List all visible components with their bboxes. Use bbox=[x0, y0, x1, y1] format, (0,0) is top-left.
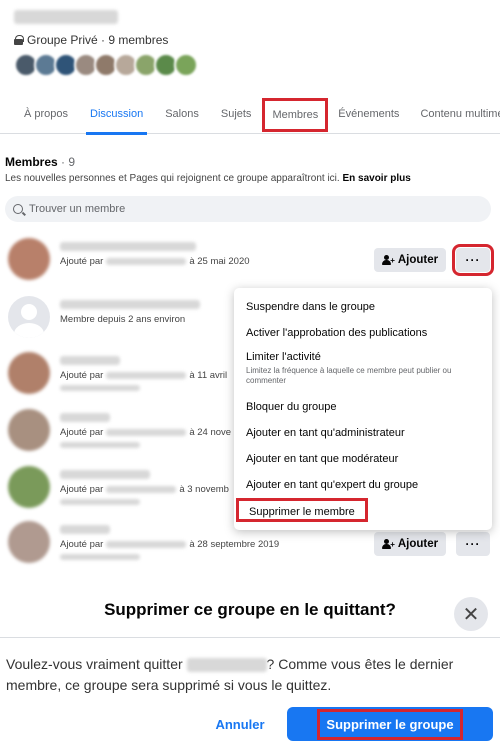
more-options-button[interactable]: ··· bbox=[452, 244, 494, 276]
member-options-menu: Suspendre dans le groupe Activer l'appro… bbox=[234, 288, 492, 530]
member-name-redacted[interactable] bbox=[60, 525, 110, 534]
member-name-redacted[interactable] bbox=[60, 300, 200, 309]
delete-group-button[interactable]: Supprimer le groupe bbox=[287, 707, 493, 741]
added-by-redacted bbox=[106, 429, 187, 436]
menu-item-make-moderator[interactable]: Ajouter en tant que modérateur bbox=[234, 446, 492, 472]
member-since-label: Membre depuis 2 ans environ bbox=[60, 314, 186, 325]
tab-media[interactable]: Contenu multimédia bbox=[420, 96, 500, 134]
add-friend-button[interactable]: + Ajouter bbox=[374, 248, 446, 272]
tab-events[interactable]: Événements bbox=[338, 96, 399, 134]
tab-rooms[interactable]: Salons bbox=[165, 96, 199, 134]
add-friend-label: Ajouter bbox=[397, 538, 439, 550]
member-avatar[interactable] bbox=[8, 409, 50, 451]
group-name-redacted bbox=[14, 10, 118, 24]
member-avatar[interactable] bbox=[8, 521, 50, 563]
member-avatars[interactable] bbox=[14, 53, 198, 77]
member-meta: Ajouté par à 25 mai 2020 bbox=[60, 256, 250, 267]
group-name-redacted bbox=[186, 658, 267, 673]
add-friend-button[interactable]: + Ajouter bbox=[374, 532, 446, 556]
member-subtitle-redacted bbox=[60, 385, 140, 391]
member-search[interactable] bbox=[5, 196, 491, 222]
menu-item-limit-activity-desc: Limitez la fréquence à laquelle ce membr… bbox=[246, 366, 452, 385]
member-avatar[interactable] bbox=[8, 466, 50, 508]
member-search-input[interactable] bbox=[29, 203, 469, 215]
menu-item-suspend[interactable]: Suspendre dans le groupe bbox=[234, 294, 492, 320]
added-date: à 24 nove bbox=[189, 427, 232, 438]
member-row[interactable]: Ajouté par à 25 mai 2020 + Ajouter ··· bbox=[0, 238, 500, 288]
member-avatar[interactable] bbox=[8, 238, 50, 280]
more-options-button[interactable]: ··· bbox=[456, 532, 490, 556]
menu-item-make-admin[interactable]: Ajouter en tant qu'administrateur bbox=[234, 420, 492, 446]
member-subtitle-redacted bbox=[60, 442, 140, 448]
members-count: · 9 bbox=[61, 155, 76, 169]
added-by-label: Ajouté par bbox=[60, 539, 104, 550]
member-avatar[interactable] bbox=[174, 53, 198, 77]
added-by-redacted bbox=[106, 486, 177, 493]
menu-item-limit-activity[interactable]: Limiter l'activité Limitez la fréquence … bbox=[234, 346, 492, 394]
tab-members[interactable]: Membres bbox=[262, 97, 329, 132]
added-date: à 11 avril bbox=[189, 370, 228, 381]
learn-more-link[interactable]: En savoir plus bbox=[342, 173, 410, 184]
tab-topics[interactable]: Sujets bbox=[221, 96, 252, 134]
delete-group-label: Supprimer le groupe bbox=[317, 708, 463, 740]
member-meta: Ajouté par à 11 avril bbox=[60, 370, 227, 381]
member-name-redacted[interactable] bbox=[60, 470, 150, 479]
dialog-body: Voulez-vous vraiment quitter ? Comme vou… bbox=[6, 654, 494, 696]
dialog-title: Supprimer ce groupe en le quittant? bbox=[104, 600, 396, 619]
add-person-icon: + bbox=[381, 255, 395, 265]
member-meta: Membre depuis 2 ans environ bbox=[60, 314, 185, 325]
members-description-text: Les nouvelles personnes et Pages qui rej… bbox=[5, 173, 340, 184]
menu-item-remove-member[interactable]: Supprimer le membre bbox=[236, 498, 368, 522]
added-date: à 25 mai 2020 bbox=[189, 256, 250, 267]
members-title: Membres bbox=[5, 155, 58, 169]
added-by-redacted bbox=[106, 541, 187, 548]
menu-item-limit-activity-label: Limiter l'activité bbox=[246, 351, 321, 363]
tab-discussion[interactable]: Discussion bbox=[86, 96, 148, 135]
group-privacy: Groupe Privé · 9 membres bbox=[14, 33, 168, 47]
group-tabs: À propos Discussion Salons Sujets Membre… bbox=[0, 96, 500, 135]
menu-item-make-expert[interactable]: Ajouter en tant qu'expert du groupe bbox=[234, 472, 492, 498]
added-by-label: Ajouté par bbox=[60, 484, 104, 495]
added-date: à 3 novemb bbox=[179, 484, 229, 495]
menu-item-post-approval[interactable]: Activer l'approbation des publications bbox=[234, 320, 492, 346]
member-avatar[interactable] bbox=[8, 352, 50, 394]
add-person-icon: + bbox=[381, 539, 395, 549]
cancel-button[interactable]: Annuler bbox=[206, 708, 274, 740]
member-subtitle-redacted bbox=[60, 554, 140, 560]
member-name-redacted[interactable] bbox=[60, 356, 120, 365]
added-by-redacted bbox=[106, 258, 187, 265]
privacy-label: Groupe Privé · 9 membres bbox=[27, 33, 169, 47]
leave-group-dialog-header: Supprimer ce groupe en le quittant? bbox=[0, 588, 500, 638]
added-date: à 28 septembre 2019 bbox=[189, 539, 280, 550]
member-meta: Ajouté par à 28 septembre 2019 bbox=[60, 539, 279, 550]
menu-item-block[interactable]: Bloquer du groupe bbox=[234, 394, 492, 420]
close-icon[interactable]: ✕ bbox=[454, 597, 488, 631]
search-icon bbox=[13, 204, 23, 214]
tab-about[interactable]: À propos bbox=[24, 96, 68, 134]
members-heading: Membres · 9 bbox=[5, 155, 75, 169]
member-subtitle-redacted bbox=[60, 499, 140, 505]
member-meta: Ajouté par à 3 novemb bbox=[60, 484, 229, 495]
member-meta: Ajouté par à 24 nove bbox=[60, 427, 231, 438]
added-by-label: Ajouté par bbox=[60, 427, 104, 438]
dialog-body-text-start: Voulez-vous vraiment quitter bbox=[6, 656, 183, 672]
added-by-redacted bbox=[106, 372, 187, 379]
member-name-redacted[interactable] bbox=[60, 242, 196, 251]
added-by-label: Ajouté par bbox=[60, 370, 104, 381]
group-header: Groupe Privé · 9 membres bbox=[0, 0, 500, 92]
members-description: Les nouvelles personnes et Pages qui rej… bbox=[5, 173, 411, 184]
added-by-label: Ajouté par bbox=[60, 256, 104, 267]
add-friend-label: Ajouter bbox=[397, 254, 439, 266]
member-name-redacted[interactable] bbox=[60, 413, 110, 422]
lock-icon bbox=[14, 35, 24, 45]
default-avatar-icon[interactable] bbox=[8, 296, 50, 338]
